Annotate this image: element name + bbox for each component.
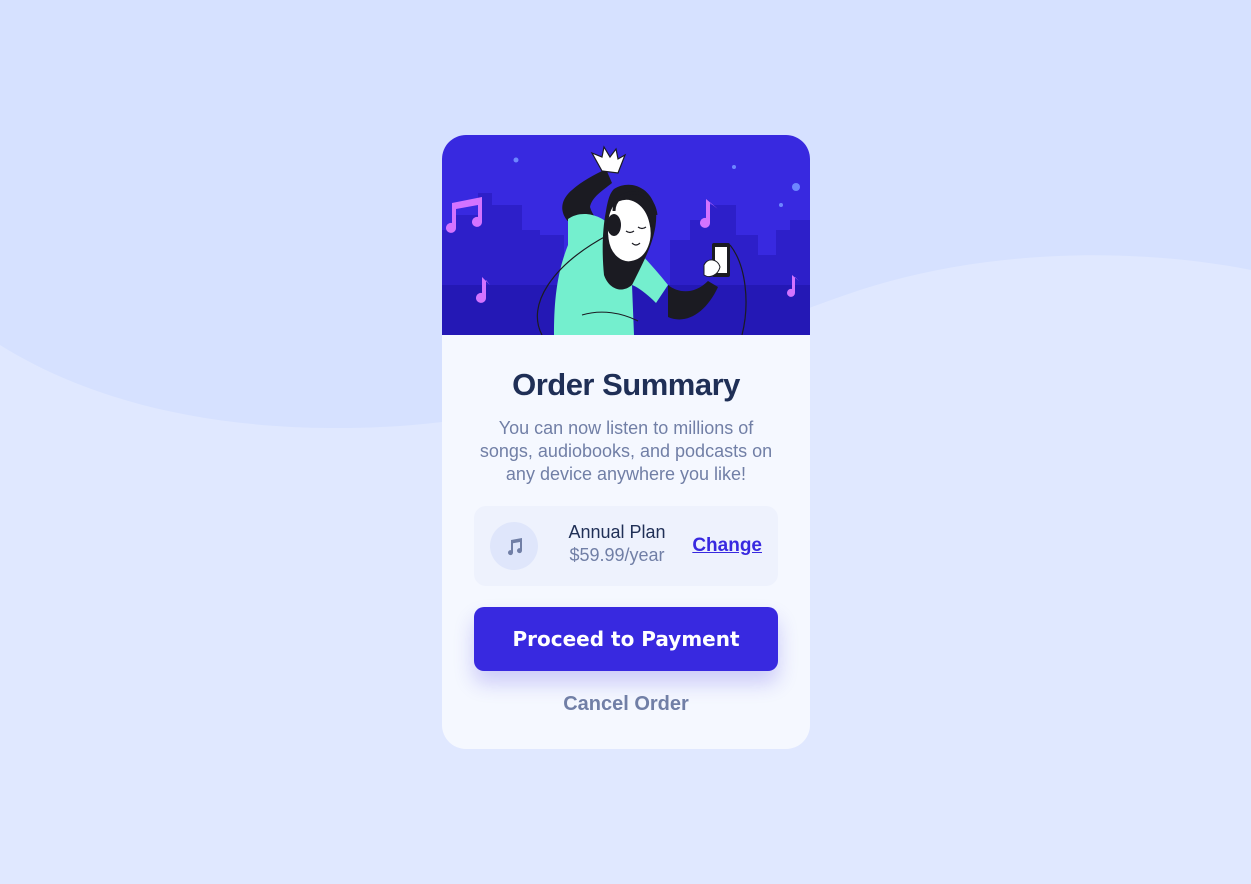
plan-name: Annual Plan [568,522,666,542]
order-description: You can now listen to millions of songs,… [479,418,773,484]
plan-box: Annual Plan $59.99/year Change [474,506,778,586]
music-note-icon [490,522,538,570]
plan-price: $59.99/year [569,545,665,565]
hero-illustration [442,135,810,335]
change-plan-link[interactable]: Change [692,535,762,557]
order-summary-title: Order Summary [512,367,740,402]
proceed-to-payment-button[interactable]: Proceed to Payment [474,607,778,671]
cancel-order-button[interactable]: Cancel Order [474,686,778,722]
order-summary-card: Order Summary You can now listen to mill… [442,135,810,749]
